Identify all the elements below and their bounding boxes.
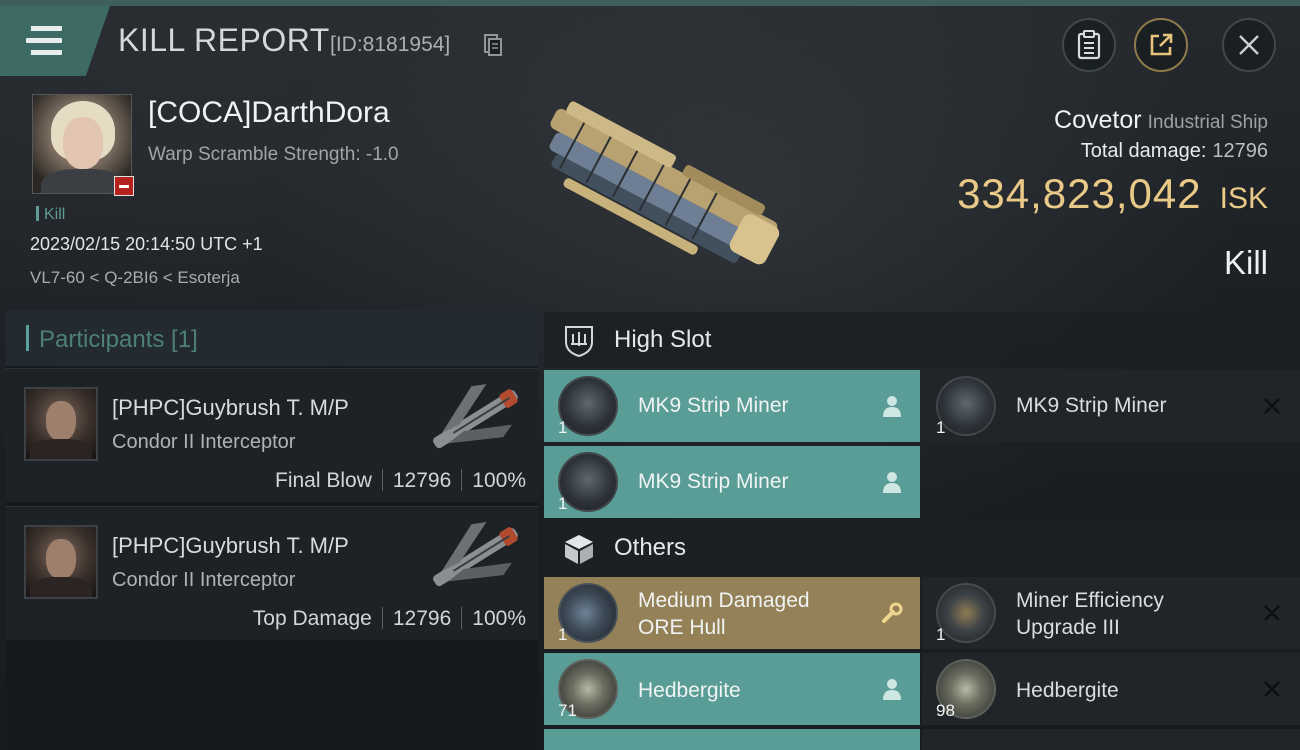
close-icon bbox=[1239, 35, 1259, 55]
participant-stats: Top Damage 12796 100% bbox=[253, 607, 526, 631]
destroyed-x-icon bbox=[1264, 681, 1280, 697]
participant-damage: 12796 bbox=[392, 469, 452, 492]
participants-header[interactable]: Participants [1] bbox=[6, 310, 538, 366]
clipboard-icon bbox=[1077, 30, 1101, 60]
participant-avatar[interactable] bbox=[24, 387, 98, 461]
wrench-icon bbox=[882, 602, 903, 623]
cargo-box-icon bbox=[565, 535, 593, 564]
page-title: KILL REPORT bbox=[118, 22, 330, 58]
participant-ship: Condor II Interceptor bbox=[112, 431, 296, 453]
report-id: [ID:8181954] bbox=[330, 33, 451, 56]
item-quantity: 1 bbox=[558, 625, 568, 644]
participant-name: [PHPC]Guybrush T. M/P bbox=[112, 533, 349, 558]
kill-report-screen: KILL REPORT [ID:8181954] [COCA]DarthDora… bbox=[0, 0, 1300, 750]
participant-avatar[interactable] bbox=[24, 525, 98, 599]
item-name: MK9 Strip Miner bbox=[1016, 394, 1167, 417]
item-quantity: 1 bbox=[558, 494, 568, 513]
destroyed-x-icon bbox=[1264, 398, 1280, 414]
participants-panel: Participants [1] [PHPC]Guybrush T. M/P C… bbox=[6, 310, 538, 750]
high-slot-label: High Slot bbox=[614, 326, 712, 353]
participant-role: Top Damage bbox=[252, 607, 372, 630]
copy-icon[interactable] bbox=[484, 34, 502, 56]
victim-panel: [COCA]DarthDora Warp Scramble Strength: … bbox=[0, 80, 1300, 306]
kill-datetime: 2023/02/15 20:14:50 UTC +1 bbox=[30, 234, 263, 254]
participant-percent: 100% bbox=[472, 469, 526, 492]
item-name: MK9 Strip Miner bbox=[638, 394, 789, 417]
isk-value: 334,823,042 ISK bbox=[957, 170, 1268, 218]
ship-info: Covetor Industrial Ship bbox=[1054, 106, 1268, 135]
share-icon bbox=[1150, 33, 1173, 56]
item-quantity: 1 bbox=[558, 418, 568, 437]
fitting-item[interactable]: 1 Miner Efficiency Upgrade III bbox=[922, 577, 1300, 649]
destroyed-x-icon bbox=[1264, 605, 1280, 621]
ship-name[interactable]: Covetor bbox=[1054, 106, 1142, 134]
fitting-item[interactable]: 1 Medium Damaged ORE Hull bbox=[544, 577, 920, 649]
participants-title: Participants [1] bbox=[26, 325, 198, 354]
participant-stats: Final Blow 12796 100% bbox=[275, 469, 526, 493]
total-damage-value: 12796 bbox=[1212, 140, 1268, 162]
close-button[interactable] bbox=[1222, 18, 1276, 72]
isk-unit: ISK bbox=[1219, 182, 1268, 215]
participant-ship: Condor II Interceptor bbox=[112, 569, 296, 591]
menu-icon bbox=[24, 26, 62, 56]
dropped-person-icon bbox=[883, 396, 901, 417]
kill-location[interactable]: VL7-60 < Q-2BI6 < Esoterja bbox=[30, 268, 240, 288]
fitting-item[interactable]: 1 MK9 Strip Miner bbox=[544, 446, 920, 518]
others-label: Others bbox=[614, 534, 687, 561]
fitting-item-partial[interactable] bbox=[922, 729, 1300, 750]
item-name: Miner Efficiency Upgrade III bbox=[1016, 587, 1164, 641]
item-name: MK9 Strip Miner bbox=[638, 470, 789, 493]
item-name-line2: ORE Hull bbox=[638, 616, 726, 639]
victim-name[interactable]: [COCA]DarthDora bbox=[148, 96, 390, 130]
item-name: Hedbergite bbox=[638, 679, 741, 702]
victim-ship-image[interactable] bbox=[510, 92, 800, 292]
fitting-item[interactable]: 1 MK9 Strip Miner bbox=[544, 370, 920, 442]
participant-damage: 12796 bbox=[392, 607, 452, 630]
item-name: Medium Damaged ORE Hull bbox=[638, 587, 810, 641]
participant-row[interactable]: [PHPC]Guybrush T. M/P Condor II Intercep… bbox=[6, 506, 538, 640]
participant-percent: 100% bbox=[472, 607, 526, 630]
fitting-item-partial[interactable] bbox=[544, 729, 920, 750]
item-quantity: 98 bbox=[936, 701, 955, 720]
report-result: Kill bbox=[1223, 244, 1268, 281]
high-slot-icon bbox=[565, 326, 593, 358]
total-damage: Total damage: 12796 bbox=[1081, 140, 1268, 163]
warp-scramble-strength: Warp Scramble Strength: -1.0 bbox=[148, 144, 399, 165]
dropped-person-icon bbox=[883, 679, 901, 700]
high-slot-header: High Slot bbox=[544, 312, 1300, 368]
isk-amount: 334,823,042 bbox=[957, 170, 1202, 217]
fitting-item[interactable]: 98 Hedbergite bbox=[922, 653, 1300, 725]
item-quantity: 1 bbox=[936, 625, 946, 644]
participant-ship-image bbox=[433, 521, 518, 587]
fitting-item[interactable]: 1 MK9 Strip Miner bbox=[922, 370, 1300, 442]
dropped-person-icon bbox=[883, 472, 901, 493]
total-damage-label: Total damage: bbox=[1080, 140, 1207, 162]
participant-ship-image bbox=[433, 383, 518, 449]
item-name-line1: Miner Efficiency bbox=[1016, 589, 1164, 612]
item-quantity: 71 bbox=[558, 701, 577, 720]
fitting-item[interactable]: 71 Hedbergite bbox=[544, 653, 920, 725]
kill-tag: Kill bbox=[36, 206, 65, 224]
others-header: Others bbox=[544, 520, 1300, 576]
item-name-line1: Medium Damaged bbox=[638, 589, 810, 612]
participant-name: [PHPC]Guybrush T. M/P bbox=[112, 395, 349, 420]
share-button[interactable] bbox=[1134, 18, 1188, 72]
participant-row[interactable]: [PHPC]Guybrush T. M/P Condor II Intercep… bbox=[6, 368, 538, 502]
item-name-line2: Upgrade III bbox=[1016, 616, 1120, 639]
participant-role: Final Blow bbox=[275, 469, 372, 492]
menu-button[interactable] bbox=[0, 6, 110, 76]
header-bar: KILL REPORT [ID:8181954] bbox=[0, 6, 1300, 78]
clipboard-button[interactable] bbox=[1062, 18, 1116, 72]
ship-class: Industrial Ship bbox=[1147, 112, 1268, 133]
item-quantity: 1 bbox=[936, 418, 946, 437]
standing-badge-icon bbox=[114, 176, 134, 196]
item-name: Hedbergite bbox=[1016, 679, 1119, 702]
